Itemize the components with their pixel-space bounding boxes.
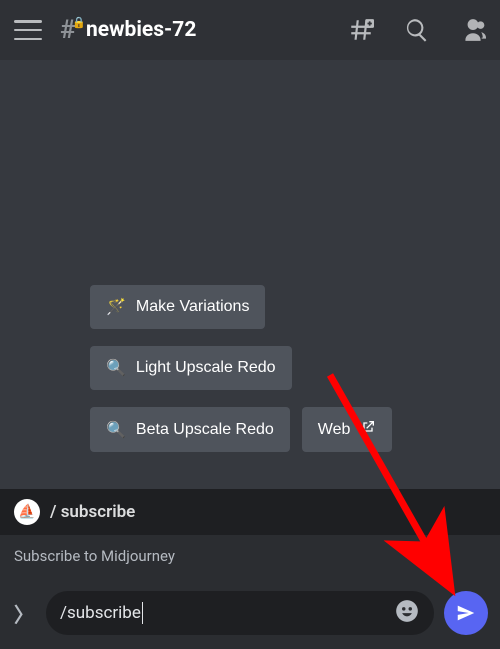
command-suggestion-item[interactable]: ⛵ / subscribe — [0, 489, 500, 535]
members-icon[interactable] — [460, 17, 486, 43]
message-input[interactable]: /subscribe — [46, 591, 434, 635]
light-upscale-redo-button[interactable]: 🔍 Light Upscale Redo — [90, 346, 292, 390]
external-link-icon — [360, 419, 376, 440]
button-label: Make Variations — [136, 298, 250, 316]
threads-icon[interactable] — [348, 17, 374, 43]
magnifier-icon: 🔍 — [106, 358, 126, 378]
bot-avatar: ⛵ — [14, 499, 40, 525]
channel-title[interactable]: # 🔒 newbies-72 — [60, 18, 196, 42]
channel-name-text: newbies-72 — [86, 18, 196, 42]
expand-icon[interactable]: 〉 — [12, 599, 36, 628]
command-name: / subscribe — [50, 502, 135, 522]
menu-icon[interactable] — [14, 20, 42, 40]
beta-upscale-redo-button[interactable]: 🔍 Beta Upscale Redo — [90, 407, 290, 452]
header-actions — [348, 17, 486, 43]
send-button[interactable] — [444, 591, 488, 635]
bot-avatar-glyph: ⛵ — [18, 504, 35, 520]
make-variations-button[interactable]: 🪄 Make Variations — [90, 285, 265, 329]
message-area: 🪄 Make Variations 🔍 Light Upscale Redo 🔍… — [0, 60, 500, 489]
wand-icon: 🪄 — [106, 297, 126, 317]
lock-icon: 🔒 — [72, 16, 86, 29]
text-caret — [142, 602, 144, 624]
input-bar: 〉 /subscribe — [0, 581, 500, 649]
command-suggestion-panel: ⛵ / subscribe Subscribe to Midjourney — [0, 489, 500, 581]
web-button[interactable]: Web — [302, 407, 393, 452]
button-label: Web — [318, 421, 351, 439]
app-header: # 🔒 newbies-72 — [0, 0, 500, 60]
button-label: Light Upscale Redo — [136, 359, 276, 377]
magnifier-icon: 🔍 — [106, 420, 126, 440]
button-label: Beta Upscale Redo — [136, 421, 274, 439]
search-icon[interactable] — [404, 17, 430, 43]
emoji-picker-icon[interactable] — [394, 598, 420, 629]
typed-text: /subscribe — [60, 603, 141, 623]
channel-hash-icon: # 🔒 — [60, 18, 80, 42]
command-description: Subscribe to Midjourney — [0, 535, 500, 581]
